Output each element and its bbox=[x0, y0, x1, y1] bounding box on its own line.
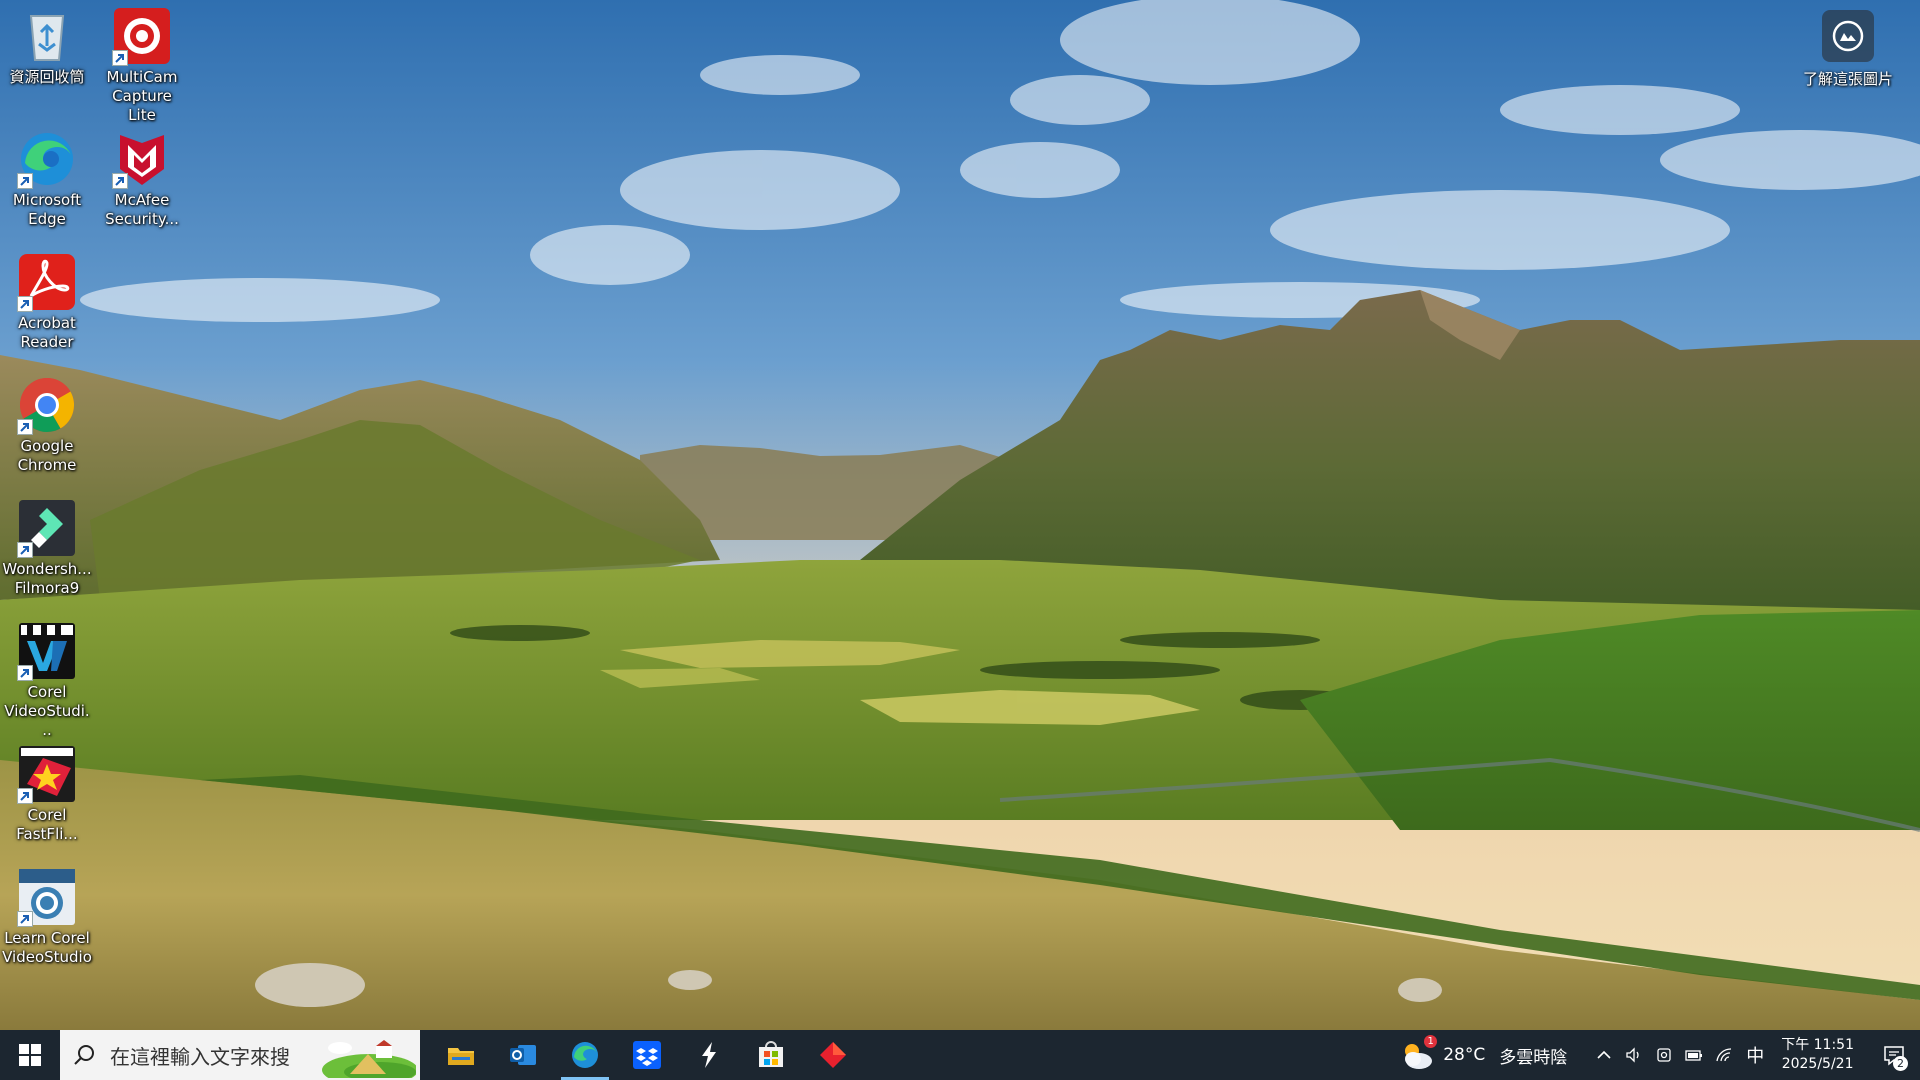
desktop-icon-mcafee-security[interactable]: McAfee Security... bbox=[95, 123, 189, 229]
mcafee-shield-icon bbox=[112, 129, 172, 189]
wifi-icon bbox=[1716, 1048, 1732, 1062]
weather-alert-badge: 1 bbox=[1424, 1035, 1438, 1048]
shortcut-arrow-icon bbox=[17, 173, 33, 189]
edge-icon bbox=[572, 1042, 598, 1068]
shortcut-arrow-icon bbox=[17, 665, 33, 681]
weather-cloud-icon: 1 bbox=[1399, 1035, 1438, 1071]
notification-count-badge: 2 bbox=[1893, 1056, 1908, 1071]
desktop-icon-label: Learn Corel bbox=[4, 929, 90, 947]
desktop-icon-label: Security... bbox=[105, 210, 179, 228]
notification-center-button[interactable]: 2 bbox=[1868, 1030, 1920, 1080]
windows-logo-icon bbox=[19, 1044, 41, 1066]
filmora-icon bbox=[17, 498, 77, 558]
desktop-icon-label: VideoStudi... bbox=[4, 702, 90, 739]
folder-icon bbox=[448, 1048, 474, 1065]
learn-about-picture-label: 了解這張圖片 bbox=[1802, 70, 1893, 88]
system-tray: 1 28°C 多雲時陰 中 下午 11:51 2025/5/21 2 bbox=[1399, 1030, 1920, 1080]
acrobat-icon bbox=[17, 252, 77, 312]
desktop-icon-label: Google bbox=[20, 437, 74, 455]
desktop-icon-label: Edge bbox=[28, 210, 66, 228]
multicam-icon bbox=[112, 6, 172, 66]
search-placeholder: 在這裡輸入文字來搜 bbox=[110, 1044, 290, 1069]
wallpaper-landscape-image bbox=[0, 0, 1920, 1030]
network-button[interactable] bbox=[1709, 1030, 1739, 1080]
desktop-icon-corel-videostudio[interactable]: Corel VideoStudi... bbox=[0, 615, 94, 740]
shortcut-arrow-icon bbox=[17, 296, 33, 312]
taskbar-clock[interactable]: 下午 11:51 2025/5/21 bbox=[1781, 1036, 1854, 1074]
outlook-icon bbox=[510, 1045, 536, 1065]
diamond-icon bbox=[820, 1042, 846, 1068]
camera-icon bbox=[1822, 10, 1874, 62]
lightning-icon bbox=[702, 1042, 716, 1068]
taskbar: 在這裡輸入文字來搜 1 28°C 多雲時陰 中 下午 11:51 2025/5/… bbox=[0, 1030, 1920, 1080]
camera-tray-button[interactable] bbox=[1649, 1030, 1679, 1080]
desktop-icon-label: 資源回收筒 bbox=[9, 68, 85, 86]
taskbar-pinned-apps bbox=[430, 1030, 864, 1080]
chevron-up-icon bbox=[1597, 1050, 1611, 1059]
speaker-icon bbox=[1626, 1047, 1639, 1063]
search-icon bbox=[74, 1045, 94, 1065]
fastflick-icon bbox=[17, 744, 77, 804]
desktop-icon-label: Filmora9 bbox=[14, 579, 80, 597]
dropbox-icon bbox=[633, 1041, 661, 1069]
desktop-icon-label: Reader bbox=[20, 333, 74, 351]
desktop-icon-label: Wondersh... bbox=[2, 560, 92, 578]
desktop-icon-google-chrome[interactable]: Google Chrome bbox=[0, 369, 94, 475]
desktop-icon-label: Chrome bbox=[17, 456, 77, 474]
taskbar-app-diamond[interactable] bbox=[802, 1030, 864, 1080]
battery-button[interactable] bbox=[1679, 1030, 1709, 1080]
store-icon bbox=[759, 1041, 783, 1067]
desktop-icon-recycle-bin[interactable]: 資源回收筒 bbox=[0, 0, 94, 87]
webcam-icon bbox=[1657, 1048, 1671, 1062]
weather-widget[interactable]: 1 28°C 多雲時陰 bbox=[1399, 1035, 1568, 1071]
desktop-icon-label: Acrobat bbox=[18, 314, 76, 332]
desktop-icon-microsoft-edge[interactable]: Microsoft Edge bbox=[0, 123, 94, 229]
taskbar-app-microsoft-store[interactable] bbox=[740, 1030, 802, 1080]
desktop-icon-learn-corel-videostudio[interactable]: Learn Corel VideoStudio bbox=[0, 861, 94, 967]
taskbar-app-lightning[interactable] bbox=[678, 1030, 740, 1080]
desktop-icon-label: FastFli... bbox=[16, 825, 78, 843]
search-highlight-image bbox=[322, 1040, 416, 1078]
shortcut-arrow-icon bbox=[17, 419, 33, 435]
recycle-bin-icon bbox=[17, 6, 77, 66]
desktop-icon-corel-fastflick[interactable]: Corel FastFli... bbox=[0, 738, 94, 844]
training-icon bbox=[17, 867, 77, 927]
desktop-icon-label: Microsoft bbox=[12, 191, 82, 209]
weather-temperature: 28°C bbox=[1443, 1045, 1486, 1065]
volume-button[interactable] bbox=[1619, 1030, 1649, 1080]
desktop-icon-label: Corel bbox=[27, 683, 67, 701]
desktop-icon-label: Capture Lite bbox=[112, 87, 172, 124]
weather-condition: 多雲時陰 bbox=[1499, 1047, 1568, 1068]
clock-time: 下午 11:51 bbox=[1781, 1037, 1854, 1053]
shortcut-arrow-icon bbox=[112, 50, 128, 66]
clock-date: 2025/5/21 bbox=[1781, 1056, 1854, 1072]
taskbar-app-edge[interactable] bbox=[554, 1030, 616, 1080]
taskbar-app-dropbox[interactable] bbox=[616, 1030, 678, 1080]
show-hidden-icons-button[interactable] bbox=[1589, 1030, 1619, 1080]
shortcut-arrow-icon bbox=[17, 542, 33, 558]
desktop-icon-label: MultiCam bbox=[106, 68, 178, 86]
desktop-icon-acrobat-reader[interactable]: Acrobat Reader bbox=[0, 246, 94, 352]
taskbar-app-outlook[interactable] bbox=[492, 1030, 554, 1080]
input-method-indicator[interactable]: 中 bbox=[1739, 1030, 1771, 1080]
desktop-icon-multicam-capture-lite[interactable]: MultiCam Capture Lite bbox=[95, 0, 189, 125]
desktop-icon-label: Corel bbox=[27, 806, 67, 824]
shortcut-arrow-icon bbox=[17, 788, 33, 804]
edge-icon bbox=[17, 129, 77, 189]
desktop-icon-label: McAfee bbox=[114, 191, 170, 209]
learn-about-picture-button[interactable]: 了解這張圖片 bbox=[1798, 10, 1898, 89]
taskbar-search-box[interactable]: 在這裡輸入文字來搜 bbox=[60, 1030, 420, 1080]
chrome-icon bbox=[17, 375, 77, 435]
shortcut-arrow-icon bbox=[112, 173, 128, 189]
videostudio-icon bbox=[17, 621, 77, 681]
desktop-icon-label: VideoStudio bbox=[2, 948, 92, 966]
start-button[interactable] bbox=[0, 1030, 60, 1080]
battery-icon bbox=[1685, 1050, 1703, 1061]
shortcut-arrow-icon bbox=[17, 911, 33, 927]
taskbar-app-file-explorer[interactable] bbox=[430, 1030, 492, 1080]
desktop-wallpaper bbox=[0, 0, 1920, 1030]
desktop-icon-wondershare-filmora9[interactable]: Wondersh... Filmora9 bbox=[0, 492, 94, 598]
